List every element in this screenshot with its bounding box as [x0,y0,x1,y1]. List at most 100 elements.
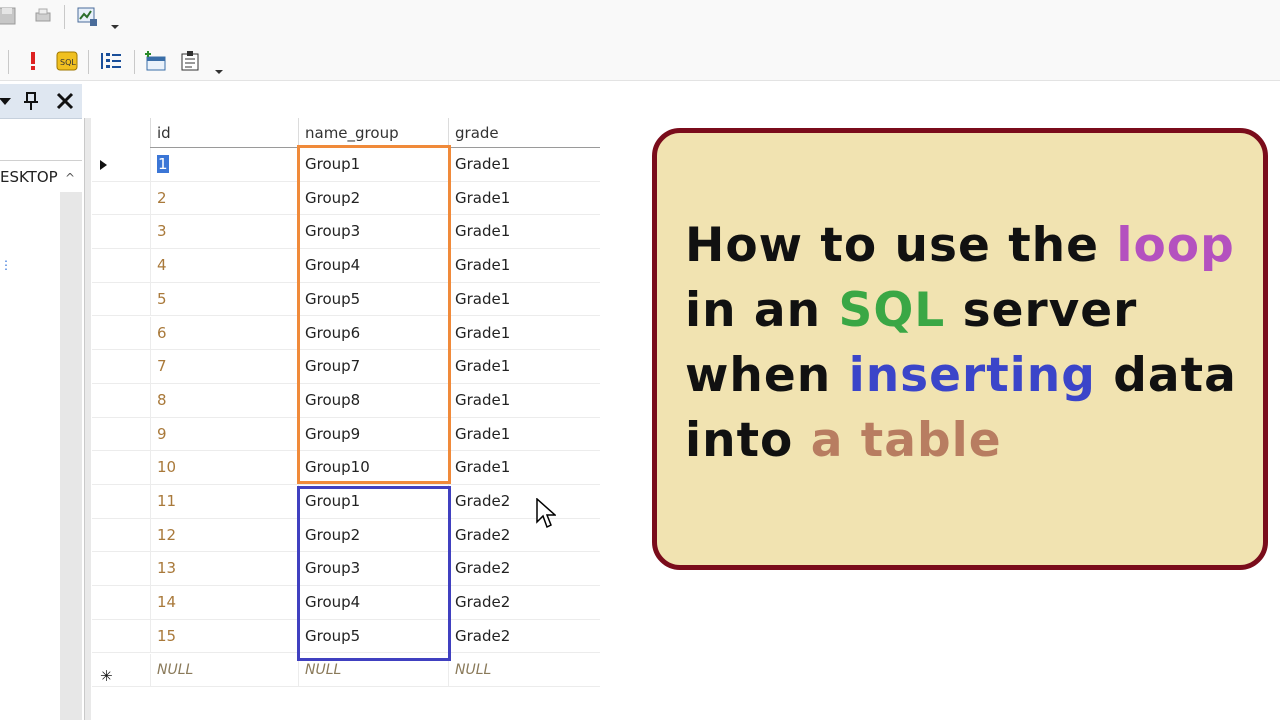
row-selector[interactable] [92,552,150,585]
cell-id[interactable]: 9 [150,417,298,451]
row-selector[interactable] [92,384,150,417]
table-row[interactable]: 4 Group4 Grade1 [92,249,600,283]
cell-name-group-value: Group7 [305,357,361,376]
cell-id[interactable]: 11 [150,485,298,518]
tree-expander-icon[interactable]: ⋮ [0,258,12,272]
row-selector[interactable]: ✳ [92,654,150,687]
cell-name-group[interactable]: Group6 [298,316,448,350]
title-highlight-sql: SQL [838,283,946,338]
cell-id[interactable]: 15 [150,619,298,653]
cell-id[interactable]: 8 [150,383,298,417]
toolbar-overflow-icon[interactable] [214,62,224,76]
cell-name-group[interactable]: Group1 [298,148,448,181]
row-selector[interactable] [92,519,150,552]
column-header-name-group[interactable]: name_group [298,118,448,148]
add-table-icon[interactable] [143,48,169,74]
cell-name-group[interactable]: Group4 [298,249,448,283]
row-selector[interactable] [92,182,150,215]
cell-grade[interactable]: Grade1 [448,181,600,215]
cell-name-group[interactable]: Group7 [298,350,448,384]
row-selector[interactable] [92,249,150,282]
cell-id[interactable]: 3 [150,215,298,249]
cell-grade[interactable]: Grade2 [448,586,600,620]
column-header-id[interactable]: id [150,118,298,148]
cell-name-group[interactable]: Group5 [298,619,448,653]
cell-grade[interactable]: Grade2 [448,518,600,552]
cell-id[interactable]: 13 [150,552,298,586]
cell-id[interactable]: 14 [150,586,298,620]
table-row[interactable]: 3 Group3 Grade1 [92,215,600,250]
row-selector[interactable] [92,586,150,619]
cell-name-group[interactable]: Group10 [298,451,448,485]
cell-id[interactable]: 2 [150,181,298,215]
new-row[interactable]: ✳ NULL NULL NULL [92,653,600,688]
tree-node-server[interactable]: ESKTOP [0,168,58,190]
row-selector[interactable] [92,418,150,451]
table-row[interactable]: 9 Group9 Grade1 [92,417,600,452]
cell-id-value: NULL [157,661,194,678]
table-row[interactable]: 14 Group4 Grade2 [92,586,600,620]
toolbar-overflow-icon[interactable] [110,17,120,31]
cell-grade[interactable]: Grade1 [448,282,600,316]
cell-grade[interactable]: Grade1 [448,383,600,417]
column-header-grade[interactable]: grade [448,118,600,148]
cell-grade[interactable]: Grade2 [448,485,600,518]
cell-grade[interactable]: Grade2 [448,619,600,653]
scroll-up-icon[interactable]: ^ [60,168,80,188]
cell-grade[interactable]: Grade1 [448,417,600,451]
cell-grade[interactable]: Grade1 [448,249,600,283]
table-row[interactable]: 12 Group2 Grade2 [92,518,600,553]
table-row[interactable]: 11 Group1 Grade2 [92,485,600,519]
table-row[interactable]: 13 Group3 Grade2 [92,552,600,587]
cell-name-group[interactable]: Group2 [298,518,448,552]
cell-grade[interactable]: Grade2 [448,552,600,586]
cell-grade[interactable]: Grade1 [448,316,600,350]
cell-grade[interactable]: Grade1 [448,148,600,181]
cell-grade[interactable]: Grade1 [448,215,600,249]
row-selector[interactable] [92,215,150,248]
cell-name-group[interactable]: Group8 [298,383,448,417]
cell-name-group[interactable]: NULL [298,653,448,687]
table-row[interactable]: 6 Group6 Grade1 [92,316,600,351]
table-row[interactable]: 7 Group7 Grade1 [92,350,600,384]
cell-id[interactable]: 10 [150,451,298,485]
table-row[interactable]: 15 Group5 Grade2 [92,619,600,654]
cell-name-group[interactable]: Group4 [298,586,448,620]
row-selector[interactable] [92,283,150,316]
cell-name-group[interactable]: Group3 [298,552,448,586]
vertical-scrollbar[interactable] [60,192,82,720]
cell-id[interactable]: 1 [150,148,298,181]
table-row[interactable]: 10 Group10 Grade1 [92,451,600,485]
cell-grade[interactable]: NULL [448,653,600,687]
cell-grade-value: NULL [455,661,492,678]
list-icon[interactable] [98,48,124,74]
row-selector[interactable] [92,620,150,653]
cell-grade-value: Grade1 [455,458,511,477]
cell-id[interactable]: NULL [150,653,298,687]
cell-id[interactable]: 6 [150,316,298,350]
row-selector[interactable] [92,317,150,350]
panel-splitter[interactable] [84,118,91,720]
cell-grade[interactable]: Grade1 [448,350,600,384]
cell-name-group[interactable]: Group3 [298,215,448,249]
row-selector[interactable] [92,148,150,181]
cell-id[interactable]: 5 [150,282,298,316]
cell-name-group[interactable]: Group2 [298,181,448,215]
row-selector[interactable] [92,485,150,518]
cell-id[interactable]: 7 [150,350,298,384]
cell-id[interactable]: 4 [150,249,298,283]
cell-grade-value: Grade2 [455,593,511,612]
table-row[interactable]: 2 Group2 Grade1 [92,181,600,216]
cell-name-group[interactable]: Group5 [298,282,448,316]
table-row[interactable]: 1 Group1 Grade1 [92,148,600,182]
row-selector[interactable] [92,350,150,383]
cell-name-group[interactable]: Group9 [298,417,448,451]
cell-id[interactable]: 12 [150,518,298,552]
table-row[interactable]: 5 Group5 Grade1 [92,282,600,317]
table-row[interactable]: 8 Group8 Grade1 [92,383,600,418]
cell-grade-value: Grade1 [455,222,511,241]
properties-icon[interactable] [177,48,203,74]
row-selector[interactable] [92,451,150,484]
cell-name-group[interactable]: Group1 [298,485,448,518]
cell-grade[interactable]: Grade1 [448,451,600,485]
